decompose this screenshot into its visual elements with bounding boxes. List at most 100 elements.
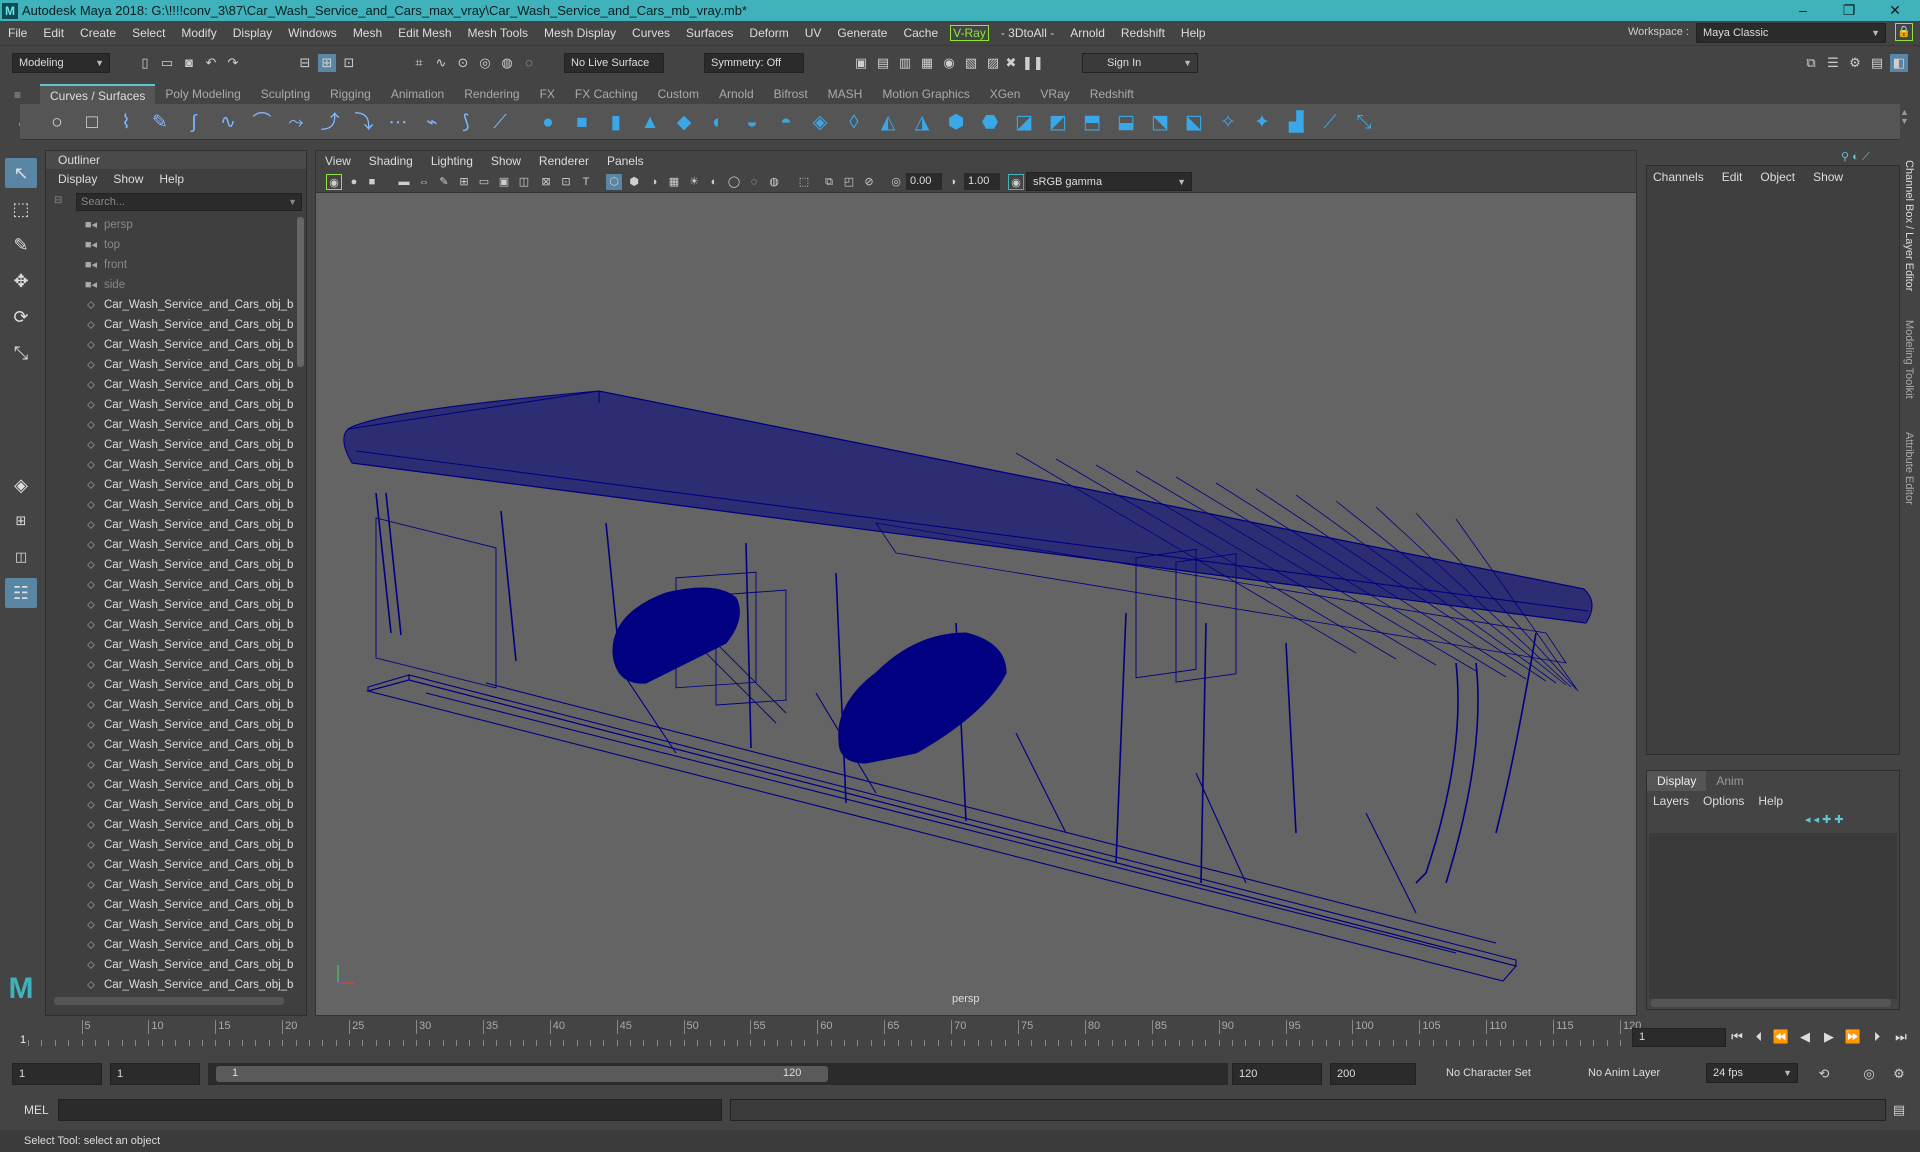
panel-toggle-icons[interactable]: ⚲ ◐ ⟋ xyxy=(1841,150,1901,164)
menu-uv[interactable]: UV xyxy=(797,26,830,40)
channels-menu-edit[interactable]: Edit xyxy=(1722,170,1743,184)
stitch-icon[interactable]: ⤡ xyxy=(1352,111,1376,135)
lock-icon[interactable]: 🔒 xyxy=(1895,23,1913,41)
square-surface-icon[interactable]: ⬢ xyxy=(944,111,968,135)
antialias-icon[interactable]: ◍ xyxy=(766,174,782,190)
shelf-tab-rendering[interactable]: Rendering xyxy=(454,84,529,104)
layer-tab-display[interactable]: Display xyxy=(1647,771,1707,791)
menu-select[interactable]: Select xyxy=(124,26,173,40)
untrim-icon[interactable]: ⬓ xyxy=(1114,111,1138,135)
go-to-end-icon[interactable]: ⏭ xyxy=(1892,1028,1910,1046)
outliner-menu-display[interactable]: Display xyxy=(58,172,97,186)
vray-stop-icon[interactable]: ✖ xyxy=(1002,54,1020,72)
menu-redshift[interactable]: Redshift xyxy=(1113,26,1173,40)
viewport-menu-lighting[interactable]: Lighting xyxy=(422,154,482,168)
pause-icon[interactable]: ❚❚ xyxy=(1022,54,1044,72)
menu-file[interactable]: File xyxy=(0,26,35,40)
field-chart-icon[interactable]: ⊠ xyxy=(538,174,554,190)
wireframe-icon[interactable]: ⬡ xyxy=(606,174,622,190)
nurbs-plane-icon[interactable]: ◆ xyxy=(672,111,696,135)
shelf-tab-rigging[interactable]: Rigging xyxy=(320,84,381,104)
shelf-tab-arnold[interactable]: Arnold xyxy=(709,84,764,104)
live-surface-field[interactable]: No Live Surface xyxy=(564,53,664,73)
outliner-item-row[interactable]: ⬦ Car_Wash_Service_and_Cars_obj_base xyxy=(46,595,294,615)
modeling-toolkit-icon[interactable]: ⧉ xyxy=(1802,54,1820,72)
outliner-item-row[interactable]: ⬦ Car_Wash_Service_and_Cars_obj_base xyxy=(46,775,294,795)
menu-vray[interactable]: V-Ray xyxy=(950,25,989,41)
restore-button[interactable]: ❐ xyxy=(1826,0,1872,21)
menu-cache[interactable]: Cache xyxy=(895,26,946,40)
menu-arnold[interactable]: Arnold xyxy=(1062,26,1113,40)
isolate-select-icon[interactable]: ⬚ xyxy=(796,174,812,190)
four-view-icon[interactable]: ⊞ xyxy=(5,506,37,536)
fps-dropdown[interactable]: 24 fps ▼ xyxy=(1706,1063,1798,1083)
insert-knot-icon[interactable]: ⤵ xyxy=(352,111,376,135)
anim-prefs-icon[interactable]: ⚙ xyxy=(1890,1065,1908,1083)
shelf-tab-vray[interactable]: VRay xyxy=(1030,84,1079,104)
select-object-icon[interactable]: ⊞ xyxy=(318,54,336,72)
outliner-item-row[interactable]: ⬦ Car_Wash_Service_and_Cars_obj_base xyxy=(46,735,294,755)
shelf-tab-curves-surfaces[interactable]: Curves / Surfaces xyxy=(40,84,156,104)
outliner-item-row[interactable]: ⬦ Car_Wash_Service_and_Cars_obj_base xyxy=(46,635,294,655)
outliner-item-row[interactable]: ⬦ Car_Wash_Service_and_Cars_obj_base xyxy=(46,815,294,835)
exposure-icon[interactable]: ◎ xyxy=(888,174,904,190)
outliner-item-row[interactable]: ⬦ Car_Wash_Service_and_Cars_obj_base xyxy=(46,755,294,775)
outliner-item-row[interactable]: ⬦ Car_Wash_Service_and_Cars_obj_base xyxy=(46,875,294,895)
intersect-icon[interactable]: ◩ xyxy=(1046,111,1070,135)
safe-action-icon[interactable]: ⊡ xyxy=(558,174,574,190)
revolve-icon[interactable]: ◒ xyxy=(740,111,764,135)
outliner-item-row[interactable]: ⬦ Car_Wash_Service_and_Cars_obj_base xyxy=(46,515,294,535)
shelf-tab-xgen[interactable]: XGen xyxy=(980,84,1031,104)
motion-blur-icon[interactable]: ◌ xyxy=(746,174,762,190)
sign-in-button[interactable]: Sign In ▼ xyxy=(1082,53,1198,73)
outliner-item-row[interactable]: ⬦ Car_Wash_Service_and_Cars_obj_base xyxy=(46,795,294,815)
select-component-icon[interactable]: ⊡ xyxy=(340,54,358,72)
layer-menu-options[interactable]: Options xyxy=(1703,794,1744,808)
snap-grid-icon[interactable]: ⌗ xyxy=(410,54,428,72)
boundary-icon[interactable]: ◮ xyxy=(910,111,934,135)
viewport-canvas[interactable] xyxy=(316,193,1636,1015)
step-forward-frame-icon[interactable]: ⏩ xyxy=(1844,1028,1862,1046)
smooth-shade-icon[interactable]: ⬢ xyxy=(626,174,642,190)
menu-edit-mesh[interactable]: Edit Mesh xyxy=(390,26,459,40)
side-tab-modeling-toolkit[interactable]: Modeling Toolkit xyxy=(1903,320,1915,399)
grid-toggle-icon[interactable]: ⊞ xyxy=(456,174,472,190)
outliner-item-row[interactable]: ⬦ Car_Wash_Service_and_Cars_obj_base xyxy=(46,835,294,855)
shelf-tab-fx-caching[interactable]: FX Caching xyxy=(565,84,648,104)
step-back-frame-icon[interactable]: ⏪ xyxy=(1772,1028,1790,1046)
detach-surfaces-icon[interactable]: ⬕ xyxy=(1182,111,1206,135)
loop-icon[interactable]: ⟲ xyxy=(1815,1065,1833,1083)
outliner-item-row[interactable]: ⬦ Car_Wash_Service_and_Cars_obj_base xyxy=(46,935,294,955)
offset-curve-icon[interactable]: ⌁ xyxy=(420,111,444,135)
outliner-item-row[interactable]: ⬦ Car_Wash_Service_and_Cars_obj_base xyxy=(46,375,294,395)
current-frame-marker[interactable]: 1 xyxy=(20,1034,28,1056)
rebuild-surface-icon[interactable]: ⟋ xyxy=(1318,111,1342,135)
shelf-tab-mash[interactable]: MASH xyxy=(818,84,873,104)
attach-surfaces-icon[interactable]: ⬔ xyxy=(1148,111,1172,135)
viewport-menu-renderer[interactable]: Renderer xyxy=(530,154,598,168)
shelf-tab-sculpting[interactable]: Sculpting xyxy=(251,84,320,104)
range-slider-track[interactable]: 1 120 xyxy=(208,1063,1228,1085)
hypershade-icon[interactable]: ◉ xyxy=(940,54,958,72)
rebuild-curve-icon[interactable]: ⟆ xyxy=(454,111,478,135)
outliner-item-row[interactable]: ⬦ Car_Wash_Service_and_Cars_obj_base xyxy=(46,895,294,915)
arc-tool-icon[interactable]: ⌒ xyxy=(250,111,274,135)
outliner-item-row[interactable]: ⬦ Car_Wash_Service_and_Cars_obj_base xyxy=(46,555,294,575)
nurbs-torus-icon[interactable]: ◐ xyxy=(706,111,730,135)
outliner-menu-show[interactable]: Show xyxy=(113,172,143,186)
nurbs-cube-icon[interactable]: ■ xyxy=(570,111,594,135)
channels-menu-object[interactable]: Object xyxy=(1760,170,1795,184)
paint-select-icon[interactable]: ✎ xyxy=(5,230,37,260)
grease-pencil-icon[interactable]: ✎ xyxy=(436,174,452,190)
outliner-item-row[interactable]: ⬦ Car_Wash_Service_and_Cars_obj_base xyxy=(46,975,294,995)
nurbs-cone-icon[interactable]: ▲ xyxy=(638,111,662,135)
auto-key-icon[interactable]: ◎ xyxy=(1860,1065,1878,1083)
playback-start-field[interactable]: 1 xyxy=(110,1063,200,1085)
extend-curve-icon[interactable]: ⋯ xyxy=(386,111,410,135)
ipr-render-icon[interactable]: ▥ xyxy=(896,54,914,72)
ep-curve-icon[interactable]: ✎ xyxy=(148,111,172,135)
outliner-item-row[interactable]: ⬦ Car_Wash_Service_and_Cars_obj_base xyxy=(46,475,294,495)
open-scene-icon[interactable]: ▭ xyxy=(158,54,176,72)
outliner-item-row[interactable]: ⬦ Car_Wash_Service_and_Cars_obj_base xyxy=(46,355,294,375)
render-frame-icon[interactable]: ▣ xyxy=(852,54,870,72)
